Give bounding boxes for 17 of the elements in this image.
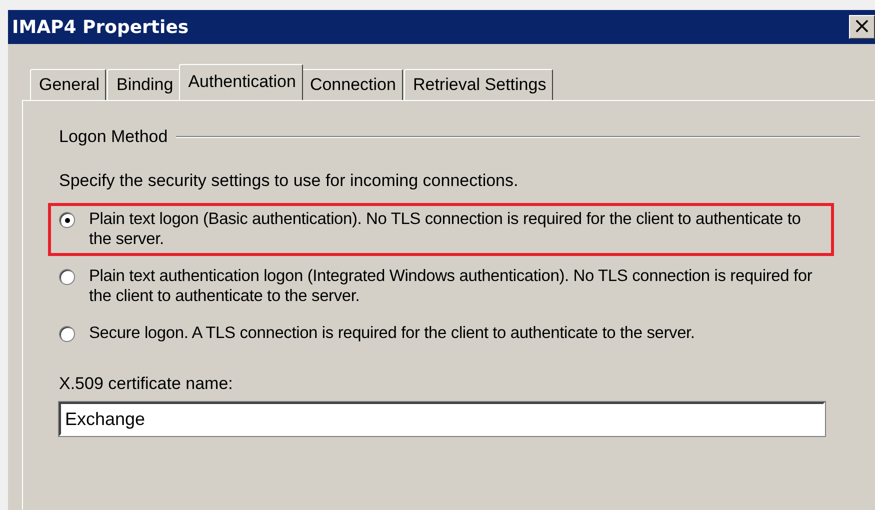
- field-label: X.509 certificate name:: [59, 374, 234, 394]
- option-label: Plain text logon (Basic authentication). No TLS connection is required for the client to authenticate to the server.: [89, 209, 802, 249]
- tab[interactable]: Authentication: [179, 64, 303, 100]
- instructions-text: Specify the security settings to use for incoming connections.: [59, 171, 520, 191]
- tab[interactable]: General: [30, 69, 106, 100]
- option-label: Secure logon. A TLS connection is required for the client to authenticate to the server.: [89, 323, 695, 343]
- radio-button[interactable]: [59, 269, 75, 285]
- tab[interactable]: Binding: [107, 69, 180, 100]
- option-label: Plain text authentication logon (Integrated Windows authentication). No TLS connection is required for the client to authenticate to the server.: [89, 266, 814, 306]
- close-button[interactable]: ×: [849, 15, 875, 39]
- window-title: IMAP4 Properties: [12, 16, 189, 38]
- group-title: Logon Method: [59, 127, 168, 147]
- tab[interactable]: Retrieval Settings: [404, 69, 554, 100]
- radio-button[interactable]: [59, 326, 75, 342]
- tab[interactable]: Connection: [300, 69, 403, 100]
- certificate-name-field[interactable]: Exchange: [59, 402, 825, 436]
- radio-button[interactable]: [59, 212, 75, 228]
